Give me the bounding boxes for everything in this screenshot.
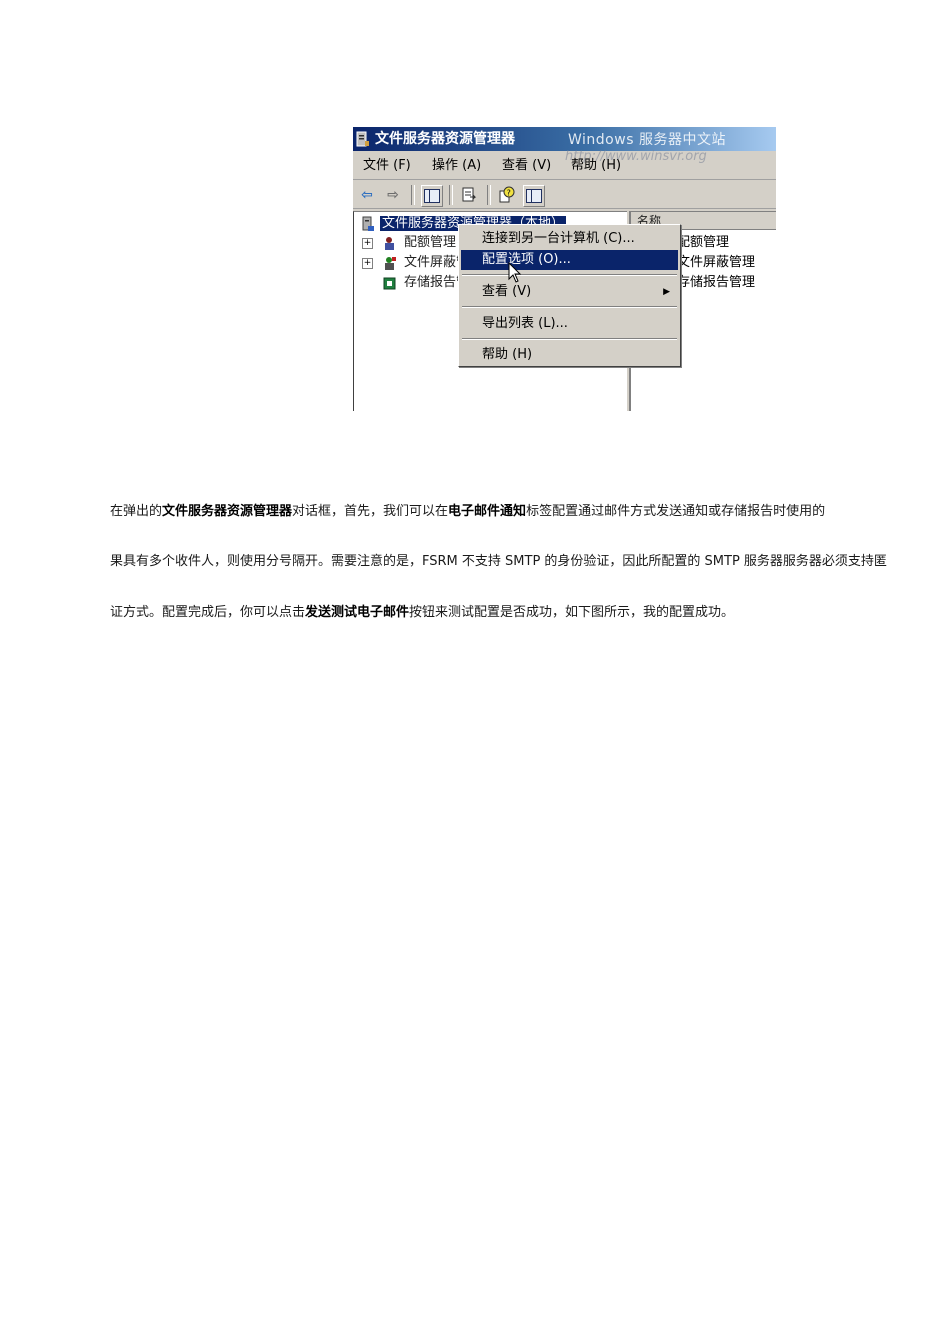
back-arrow-icon[interactable]: ⇦ <box>357 185 377 205</box>
menu-item-connect[interactable]: 连接到另一台计算机 (C)... <box>461 229 678 249</box>
bold-term: 文件服务器资源管理器 <box>162 504 293 519</box>
menu-separator <box>462 338 677 340</box>
results-item[interactable]: 存储报告管理 <box>677 273 755 293</box>
paragraph-line-1: 在弹出的文件服务器资源管理器对话框，首先，我们可以在电子邮件通知标签配置通过邮件… <box>110 502 950 522</box>
text-run: SMTP <box>505 554 541 569</box>
show-tree-icon[interactable] <box>421 185 443 207</box>
svg-text:?: ? <box>507 189 511 198</box>
menu-item-help[interactable]: 帮助 (H) <box>461 345 678 365</box>
bold-term: 电子邮件通知 <box>448 504 527 519</box>
submenu-arrow-icon: ▶ <box>663 287 670 297</box>
tree-item-label: 配额管理 <box>404 235 457 250</box>
forward-arrow-icon[interactable]: ⇨ <box>383 185 403 205</box>
window-title: 文件服务器资源管理器 <box>375 131 515 147</box>
menu-file[interactable]: 文件 (F) <box>363 153 411 179</box>
menu-view[interactable]: 查看 (V) <box>502 153 551 179</box>
menu-item-view-label: 查看 (V) <box>482 284 532 299</box>
expand-icon[interactable]: + <box>362 238 373 249</box>
text-run: 的身份验证，因此所配置的 <box>540 554 705 569</box>
menu-item-view[interactable]: 查看 (V) ▶ <box>461 282 678 302</box>
menu-bar: 文件 (F) 操作 (A) 查看 (V) 帮助 (H) <box>353 153 776 180</box>
quota-icon <box>385 237 394 250</box>
show-action-pane-icon[interactable] <box>523 185 545 207</box>
mmc-screenshot: 文件服务器资源管理器 Windows 服务器中文站 http://www.win… <box>353 127 776 411</box>
storage-report-icon <box>383 277 396 290</box>
menu-action[interactable]: 操作 (A) <box>432 153 481 179</box>
text-run: 按钮来测试配置是否成功，如下图所示，我的配置成功。 <box>409 605 735 620</box>
menu-item-export[interactable]: 导出列表 (L)... <box>461 314 678 334</box>
text-run: SMTP <box>704 554 740 569</box>
results-item[interactable]: 文件屏蔽管理 <box>677 253 755 273</box>
help-icon[interactable]: ? <box>497 185 517 205</box>
bold-term: 发送测试电子邮件 <box>305 605 410 620</box>
results-item[interactable]: 配额管理 <box>677 233 729 253</box>
text-run: 服务器服务器必须支持匿 <box>739 554 887 569</box>
paragraph-line-3: 证方式。配置完成后，你可以点击发送测试电子邮件按钮来测试配置是否成功，如下图所示… <box>110 603 950 623</box>
menu-separator <box>462 306 677 308</box>
title-bar: 文件服务器资源管理器 Windows 服务器中文站 <box>353 127 776 151</box>
toolbar: ⇦ ⇨ ? <box>353 181 776 209</box>
toolbar-separator <box>487 185 491 205</box>
text-run: 在弹出的 <box>110 504 163 519</box>
file-screen-icon <box>385 257 396 270</box>
text-run: FSRM <box>422 554 458 569</box>
context-menu: 连接到另一台计算机 (C)... 配置选项 (O)... 查看 (V) ▶ 导出… <box>458 224 681 367</box>
mouse-cursor-icon <box>508 262 522 283</box>
server-icon <box>362 216 374 231</box>
toolbar-separator <box>411 185 415 205</box>
menu-help[interactable]: 帮助 (H) <box>571 153 621 179</box>
toolbar-separator <box>449 185 453 205</box>
text-run: 证方式。配置完成后，你可以点击 <box>110 605 306 620</box>
text-run: 果具有多个收件人，则使用分号隔开。需要注意的是， <box>110 554 423 569</box>
text-run: 不支持 <box>457 554 506 569</box>
text-run: 对话框，首先，我们可以在 <box>292 504 449 519</box>
paragraph-line-2: 果具有多个收件人，则使用分号隔开。需要注意的是，FSRM 不支持 SMTP 的身… <box>110 552 950 572</box>
export-list-icon[interactable] <box>459 185 479 205</box>
menu-separator <box>462 274 677 276</box>
text-run: 标签配置通过邮件方式发送通知或存储报告时使用的 <box>526 504 826 519</box>
server-app-icon <box>356 131 369 147</box>
menu-item-options[interactable]: 配置选项 (O)... <box>461 250 678 270</box>
expand-icon[interactable]: + <box>362 258 373 269</box>
